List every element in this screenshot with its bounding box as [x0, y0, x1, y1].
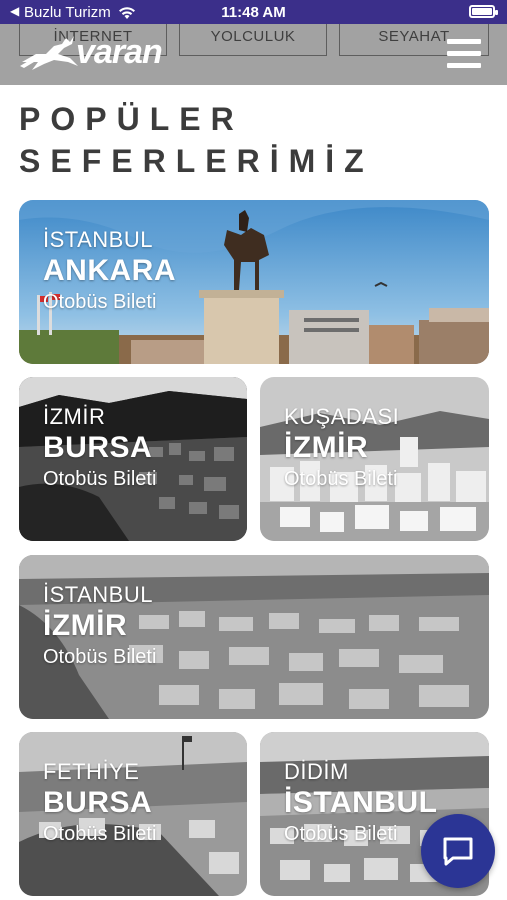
route-origin: DİDİM: [284, 759, 349, 784]
chat-bubble-icon: [443, 837, 473, 866]
route-text: KUŞADASI İZMİR Otobüs Bileti: [284, 405, 399, 491]
status-bar: ◀ Buzlu Turizm 11:48 AM: [0, 0, 507, 24]
clock: 11:48 AM: [221, 4, 286, 21]
site-header: İNTERNET YOLCULUK SEYAHAT varan: [0, 24, 507, 85]
route-type: Otobüs Bileti: [43, 291, 157, 313]
route-card[interactable]: KUŞADASI İZMİR Otobüs Bileti: [260, 377, 489, 541]
route-card[interactable]: FETHİYE BURSA Otobüs Bileti: [19, 732, 247, 896]
route-text: İZMİR BURSA Otobüs Bileti: [43, 405, 156, 491]
varan-logo[interactable]: varan: [18, 32, 163, 72]
route-origin: İZMİR: [43, 404, 106, 429]
route-origin: FETHİYE: [43, 759, 140, 784]
route-type: Otobüs Bileti: [284, 468, 398, 490]
route-destination: İZMİR: [284, 431, 369, 464]
route-origin: İSTANBUL: [43, 582, 153, 607]
section-title-line1: POPÜLER: [19, 101, 244, 137]
route-type: Otobüs Bileti: [43, 823, 157, 845]
route-origin: İSTANBUL: [43, 227, 153, 252]
tab-yolculuk[interactable]: YOLCULUK: [179, 24, 327, 56]
hamburger-menu-icon[interactable]: [447, 39, 481, 69]
route-card[interactable]: İZMİR BURSA Otobüs Bileti: [19, 377, 247, 541]
route-destination: ANKARA: [43, 254, 176, 287]
route-destination: İZMİR: [43, 609, 128, 642]
route-text: FETHİYE BURSA Otobüs Bileti: [43, 760, 156, 846]
route-destination: BURSA: [43, 786, 153, 819]
section-title-line2: SEFERLERİMİZ: [19, 143, 374, 179]
route-type: Otobüs Bileti: [43, 646, 157, 668]
route-destination: İSTANBUL: [284, 786, 438, 819]
route-text: İSTANBUL ANKARA Otobüs Bileti: [43, 228, 176, 314]
route-type: Otobüs Bileti: [284, 823, 398, 845]
route-type: Otobüs Bileti: [43, 468, 157, 490]
route-destination: BURSA: [43, 431, 153, 464]
route-text: DİDİM İSTANBUL Otobüs Bileti: [284, 760, 437, 846]
chat-button[interactable]: [421, 814, 495, 888]
route-text: İSTANBUL İZMİR Otobüs Bileti: [43, 583, 156, 669]
section-title: POPÜLER SEFERLERİMİZ: [19, 98, 489, 182]
route-card[interactable]: İSTANBUL ANKARA Otobüs Bileti: [19, 200, 489, 364]
battery-icon: [469, 5, 498, 18]
route-card[interactable]: İSTANBUL İZMİR Otobüs Bileti: [19, 555, 489, 719]
route-origin: KUŞADASI: [284, 404, 400, 429]
deer-logo-icon: [20, 36, 78, 70]
logo-wordmark: varan: [76, 32, 163, 71]
